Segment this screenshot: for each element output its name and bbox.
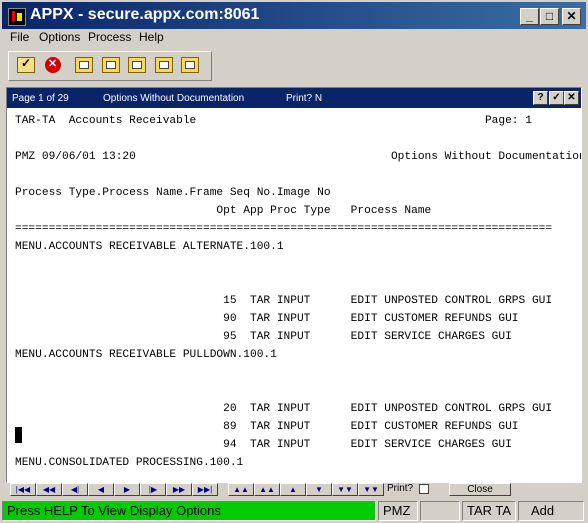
window-title: APPX - secure.appx.com:8061 [30, 6, 260, 23]
report-line: MENU.CONSOLIDATED PROCESSING.100.1 [15, 457, 244, 469]
report-line: 15 TAR INPUT EDIT UNPOSTED CONTROL GRPS … [15, 295, 553, 307]
line-down-button[interactable]: ▼ [306, 483, 332, 496]
report-line: 94 TAR INPUT EDIT SERVICE CHARGES GUI [15, 439, 512, 451]
prev-block-button[interactable]: ◀◀ [36, 483, 62, 496]
report-content: TAR-TA Accounts Receivable Page: 1 PMZ 09… [15, 112, 581, 482]
status-user: PMZ [378, 501, 418, 521]
report-title-bar: Page 1 of 29 Options Without Documentati… [7, 88, 581, 108]
appx-logo-icon [8, 8, 26, 26]
menu-process[interactable]: Process [88, 30, 131, 44]
page-down-button[interactable]: ▼▼ [332, 483, 358, 496]
status-message: Press HELP To View Display Options [2, 501, 376, 521]
window-title-bar[interactable]: APPX - secure.appx.com:8061 _ □ ✕ [2, 2, 586, 29]
menu-bar: File Options Process Help [2, 30, 586, 48]
close-report-button[interactable]: ✕ [564, 91, 579, 105]
report-line: 89 TAR INPUT EDIT CUSTOMER REFUNDS GUI [15, 421, 519, 433]
status-application: TAR TA [462, 501, 516, 521]
status-blank [420, 501, 460, 521]
status-mode: Add [518, 501, 584, 521]
menu-help[interactable]: Help [139, 30, 164, 44]
next-block-button[interactable]: ▶▶ [166, 483, 192, 496]
print-label: Print? [387, 483, 414, 494]
maximize-button[interactable]: □ [540, 8, 559, 25]
page-indicator: Page 1 of 29 [12, 93, 69, 104]
report-window: Page 1 of 29 Options Without Documentati… [6, 87, 582, 483]
navigation-bar: |◀◀ ◀◀ ◀| ◀ ▶ |▶ ▶▶ ▶▶| ▲▲ ▲▲ ▲ ▼ ▼▼ ▼▼ Print? Close [6, 483, 580, 497]
report-line: PMZ 09/06/01 13:20 Options Without Docum… [15, 151, 581, 163]
top-scroll-button[interactable]: ▲▲ [228, 483, 254, 496]
cancel-icon[interactable] [45, 57, 61, 73]
check-icon[interactable] [17, 56, 35, 73]
first-page-button[interactable]: |◀◀ [10, 483, 36, 496]
status-bar: Press HELP To View Display Options PMZ T… [0, 499, 588, 523]
report-line: MENU.ACCOUNTS RECEIVABLE ALTERNATE.100.1 [15, 241, 284, 253]
report-line: Process Type.Process Name.Frame Seq No.I… [15, 187, 331, 199]
toolbar [8, 51, 212, 81]
menu-file[interactable]: File [10, 30, 29, 44]
next-line-button[interactable]: ▶ [114, 483, 140, 496]
report-line: MENU.ACCOUNTS RECEIVABLE PULLDOWN.100.1 [15, 349, 277, 361]
print-flag: Print? N [286, 93, 323, 104]
confirm-button[interactable]: ✓ [549, 91, 564, 105]
report-line: Opt App Proc Type Process Name [15, 205, 432, 217]
folder-new-icon[interactable] [75, 57, 93, 73]
prev-page-button[interactable]: ◀| [62, 483, 88, 496]
folder-delete-icon[interactable] [155, 57, 173, 73]
print-checkbox[interactable] [419, 484, 429, 494]
folder-search-icon[interactable] [128, 57, 146, 73]
next-page-button[interactable]: |▶ [140, 483, 166, 496]
text-cursor [15, 427, 22, 443]
last-page-button[interactable]: ▶▶| [192, 483, 218, 496]
folder-edit-icon[interactable] [102, 57, 120, 73]
report-line: ========================================… [15, 223, 553, 235]
report-line: 95 TAR INPUT EDIT SERVICE CHARGES GUI [15, 331, 512, 343]
line-up-button[interactable]: ▲ [280, 483, 306, 496]
report-line: TAR-TA Accounts Receivable Page: 1 [15, 115, 532, 127]
close-button[interactable]: Close [449, 483, 511, 496]
help-button[interactable]: ? [533, 91, 548, 105]
bottom-scroll-button[interactable]: ▼▼ [358, 483, 384, 496]
report-line: 90 TAR INPUT EDIT CUSTOMER REFUNDS GUI [15, 313, 519, 325]
menu-options[interactable]: Options [39, 30, 80, 44]
close-window-button[interactable]: ✕ [562, 8, 581, 25]
page-up-button[interactable]: ▲▲ [254, 483, 280, 496]
report-name: Options Without Documentation [103, 93, 245, 104]
prev-line-button[interactable]: ◀ [88, 483, 114, 496]
minimize-button[interactable]: _ [520, 8, 539, 25]
folder-clear-icon[interactable] [181, 57, 199, 73]
report-line: 20 TAR INPUT EDIT UNPOSTED CONTROL GRPS … [15, 403, 553, 415]
